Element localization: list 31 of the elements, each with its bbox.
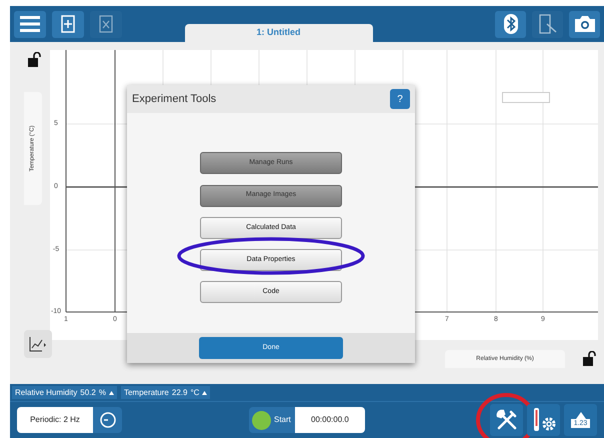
unlocked-padlock-icon[interactable] [28, 52, 41, 67]
delete-file-icon [99, 15, 113, 33]
collection-mode-field[interactable]: Periodic: 2 Hz [17, 407, 93, 433]
dialog-title: Experiment Tools [132, 92, 216, 107]
document-tab[interactable]: 1: Untitled [184, 24, 372, 42]
timer-button[interactable] [93, 407, 122, 433]
start-indicator-icon [252, 410, 271, 430]
new-file-button[interactable] [52, 10, 84, 38]
clock-icon [100, 412, 116, 428]
help-button[interactable]: ? [390, 89, 410, 109]
elapsed-time-field: 00:00:00.0 [294, 407, 365, 433]
caret-icon [202, 390, 208, 394]
start-button[interactable]: Start [249, 407, 295, 433]
menu-button[interactable] [14, 10, 46, 38]
caret-icon [108, 390, 114, 394]
unlocked-padlock-icon[interactable] [583, 351, 596, 366]
graph-icon [29, 336, 47, 352]
sensor-settings-button[interactable] [527, 404, 560, 436]
bluetooth-icon [504, 14, 518, 34]
menu-icon [20, 16, 40, 32]
document-icon [538, 14, 556, 34]
camera-icon [574, 15, 596, 33]
camera-button[interactable] [569, 10, 600, 38]
sensor-reading-chip[interactable]: Relative Humidity 50.2 % [12, 386, 117, 399]
graph-options-button[interactable] [24, 330, 52, 358]
add-file-icon [61, 15, 75, 33]
sensor-reading-chip[interactable]: Temperature 22.9 °C [120, 386, 210, 399]
bluetooth-button[interactable] [495, 10, 526, 38]
legend-box [502, 92, 550, 103]
wrench-and-screwdriver-icon [496, 409, 518, 431]
tools-button[interactable] [490, 404, 523, 436]
